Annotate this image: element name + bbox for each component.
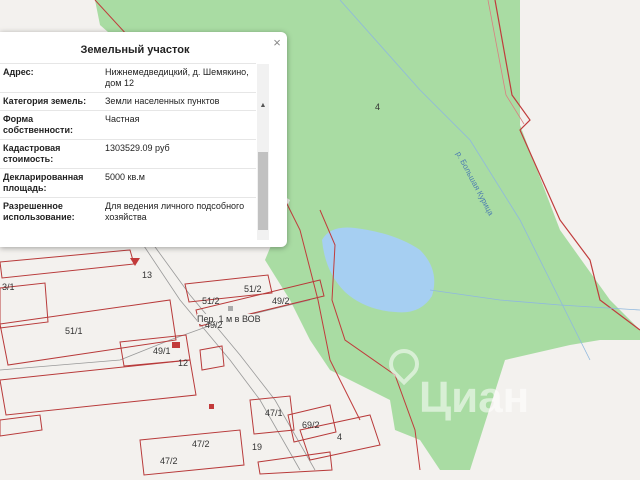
parcel-label-4b: 4 bbox=[337, 432, 343, 442]
selected-parcel-marker bbox=[130, 258, 140, 266]
popup-row: Форма собственности: Частная bbox=[0, 110, 256, 139]
popup-row: Декларированная площадь: 5000 кв.м bbox=[0, 168, 256, 197]
parcel-label-47-2b: 47/2 bbox=[160, 456, 178, 466]
parcel-info-popup[interactable]: Земельный участок × Адрес: Нижнемедведицк… bbox=[0, 32, 287, 247]
popup-row-value: Нижнемедведицкий, д. Шемякино, дом 12 bbox=[105, 67, 249, 88]
popup-row-key: Декларированная площадь: bbox=[3, 172, 84, 193]
parcel-bottom-left[interactable] bbox=[0, 359, 197, 416]
popup-row-key: Адрес: bbox=[3, 67, 34, 77]
popup-row-value: 1303529.09 руб bbox=[105, 143, 170, 153]
parcel-mid[interactable] bbox=[199, 345, 225, 371]
scrollbar-thumb[interactable] bbox=[258, 152, 268, 230]
parcel-label-49-2b: 49/2 bbox=[272, 296, 290, 306]
parcel-label-12: 12 bbox=[178, 358, 189, 368]
close-icon[interactable]: × bbox=[270, 36, 284, 50]
popup-row-value: Частная bbox=[105, 114, 140, 124]
building-marker bbox=[228, 306, 233, 311]
popup-scrollbar[interactable]: ▲ ▼ bbox=[257, 64, 269, 240]
parcel-bottom-left-2[interactable] bbox=[0, 414, 43, 437]
parcel-label-13: 13 bbox=[142, 270, 153, 280]
parcel-label-3-1: 3/1 bbox=[2, 282, 15, 292]
popup-row-key: Категория земель: bbox=[3, 96, 87, 106]
parcel-label-49-2a: 49/2 bbox=[205, 320, 223, 330]
forest-number-label: 4 bbox=[375, 102, 381, 112]
popup-row-value: 5000 кв.м bbox=[105, 172, 145, 182]
popup-row-value: Для ведения личного подсобного хозяйства bbox=[105, 201, 245, 222]
popup-row-value: Земли населенных пунктов bbox=[105, 96, 220, 106]
parcel-label-51-2b: 51/2 bbox=[244, 284, 262, 294]
parcel-bottom[interactable] bbox=[257, 451, 333, 475]
popup-row: Кадастровая стоимость: 1303529.09 руб bbox=[0, 139, 256, 168]
parcel-label-47-1: 47/1 bbox=[265, 408, 283, 418]
parcel-label-51-2a: 51/2 bbox=[202, 296, 220, 306]
popup-title: Земельный участок bbox=[80, 44, 190, 56]
watermark: Циан bbox=[382, 342, 565, 422]
building-marker-3 bbox=[209, 404, 214, 409]
popup-row: Категория земель: Земли населенных пункто… bbox=[0, 92, 256, 110]
parcel-label-19: 19 bbox=[252, 442, 263, 452]
popup-row: Разрешенное использование: Для ведения ли… bbox=[0, 197, 256, 226]
popup-row-key: Форма собственности: bbox=[3, 114, 73, 135]
watermark-text: Циан bbox=[419, 373, 530, 422]
scroll-up-icon[interactable]: ▲ bbox=[257, 102, 269, 109]
popup-row-key: Разрешенное использование: bbox=[3, 201, 75, 222]
popup-row-key: Кадастровая стоимость: bbox=[3, 143, 61, 164]
parcel-51-1[interactable] bbox=[0, 299, 177, 366]
parcel-label-47-2a: 47/2 bbox=[192, 439, 210, 449]
parcel-label-49-1: 49/1 bbox=[153, 346, 171, 356]
parcel-label-69-2: 69/2 bbox=[302, 420, 320, 430]
parcel-label-51-1: 51/1 bbox=[65, 326, 83, 336]
parcel-47-2[interactable] bbox=[139, 429, 245, 476]
building-marker-2 bbox=[172, 342, 180, 348]
popup-row: Адрес: Нижнемедведицкий, д. Шемякино, дом… bbox=[0, 63, 256, 92]
popup-rows: Адрес: Нижнемедведицкий, д. Шемякино, дом… bbox=[0, 63, 256, 226]
parcel-top-left[interactable] bbox=[0, 249, 135, 279]
